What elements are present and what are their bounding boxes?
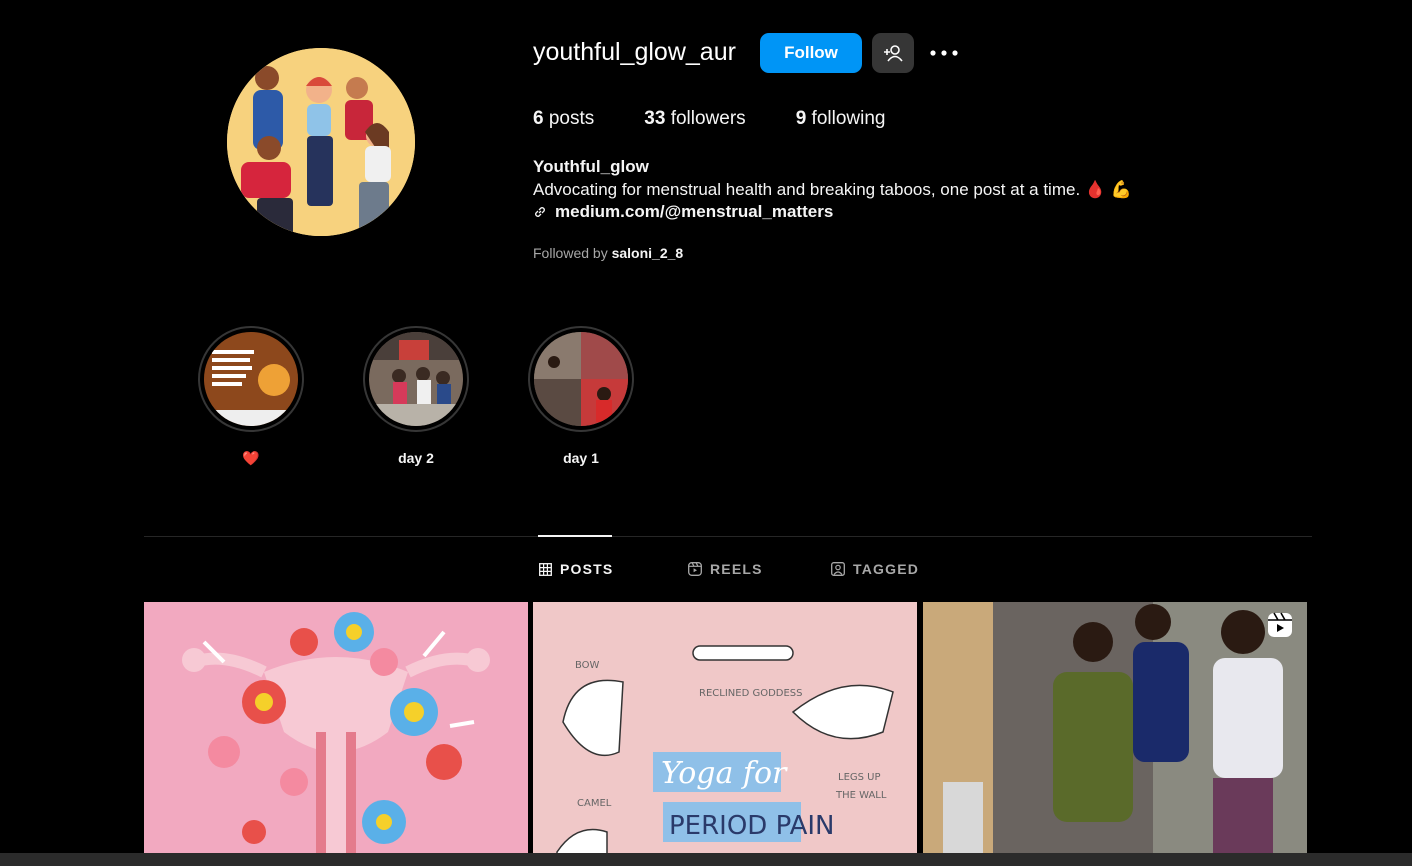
highlight-label: day 1 (563, 450, 599, 466)
svg-text:CAMEL: CAMEL (577, 798, 612, 809)
tabs-divider (144, 536, 1312, 537)
profile-bio: Advocating for menstrual health and brea… (533, 180, 1132, 199)
highlight-cover-festival-quote (204, 332, 298, 426)
posts-label: posts (548, 108, 595, 129)
followers-count: 33 (644, 108, 666, 129)
svg-text:THE WALL: THE WALL (835, 790, 887, 801)
followed-by-prefix: Followed by (533, 245, 608, 261)
tab-reels-label: REELS (710, 561, 763, 577)
highlight-item[interactable]: day 1 (528, 326, 634, 466)
reel-video-thumbnail (923, 602, 1307, 866)
highlight-item[interactable]: day 2 (363, 326, 469, 466)
highlight-label: day 2 (398, 450, 434, 466)
post-tile[interactable] (144, 602, 528, 866)
following-stat[interactable]: 9 following (796, 108, 886, 130)
yoga-poses-illustration: BOW RECLINED GODDESS LEGS UP THE WALL Yo… (533, 602, 917, 866)
link-icon (535, 207, 545, 217)
followed-by[interactable]: Followed by saloni_2_8 (533, 245, 683, 261)
tab-tagged-label: TAGGED (853, 561, 920, 577)
profile-link[interactable]: medium.com/@menstrual_matters (533, 202, 833, 222)
posts-stat: 6 posts (533, 108, 594, 130)
tab-posts[interactable]: POSTS (539, 561, 613, 577)
highlight-ring (198, 326, 304, 432)
post-tile[interactable]: BOW RECLINED GODDESS LEGS UP THE WALL Yo… (533, 602, 917, 866)
svg-text:RECLINED GODDESS: RECLINED GODDESS (699, 688, 802, 699)
profile-avatar[interactable] (227, 48, 415, 236)
posts-count: 6 (533, 108, 544, 129)
following-label: following (811, 108, 886, 129)
followers-label: followers (670, 108, 746, 129)
reel-badge-icon (1267, 612, 1293, 643)
tab-posts-label: POSTS (560, 561, 614, 577)
highlight-ring (363, 326, 469, 432)
flower-uterus-illustration (144, 602, 528, 866)
profile-username: youthful_glow_aur (533, 38, 736, 66)
ellipsis-icon (930, 50, 958, 56)
reels-icon (688, 562, 702, 576)
taskbar (0, 853, 1412, 866)
highlight-cover-event-collage (534, 332, 628, 426)
highlight-item[interactable]: ❤️ (198, 326, 304, 467)
highlight-ring (528, 326, 634, 432)
profile-stats: 6 posts 33 followers 9 following (533, 108, 935, 130)
tab-reels[interactable]: REELS (688, 561, 763, 577)
avatar-illustration (227, 48, 415, 236)
add-person-icon (884, 45, 903, 62)
followers-stat[interactable]: 33 followers (644, 108, 745, 130)
tab-tagged[interactable]: TAGGED (831, 561, 919, 577)
more-options-button[interactable] (928, 38, 960, 68)
follow-button[interactable]: Follow (760, 33, 862, 73)
active-tab-indicator (538, 535, 612, 537)
post-tile-reel[interactable] (923, 602, 1307, 866)
suggested-accounts-button[interactable] (872, 33, 914, 73)
grid-icon (539, 562, 552, 576)
highlight-cover-group-photo (369, 332, 463, 426)
svg-text:BOW: BOW (575, 660, 600, 671)
following-count: 9 (795, 108, 807, 129)
tagged-icon (831, 562, 845, 576)
highlight-label: ❤️ (242, 450, 260, 466)
svg-text:LEGS UP: LEGS UP (838, 772, 881, 783)
followed-by-user: saloni_2_8 (611, 245, 684, 261)
profile-full-name: Youthful_glow (533, 157, 649, 176)
svg-text:PERIOD PAIN: PERIOD PAIN (669, 811, 835, 841)
profile-link-text: medium.com/@menstrual_matters (555, 202, 834, 221)
svg-text:Yoga for: Yoga for (661, 756, 788, 791)
